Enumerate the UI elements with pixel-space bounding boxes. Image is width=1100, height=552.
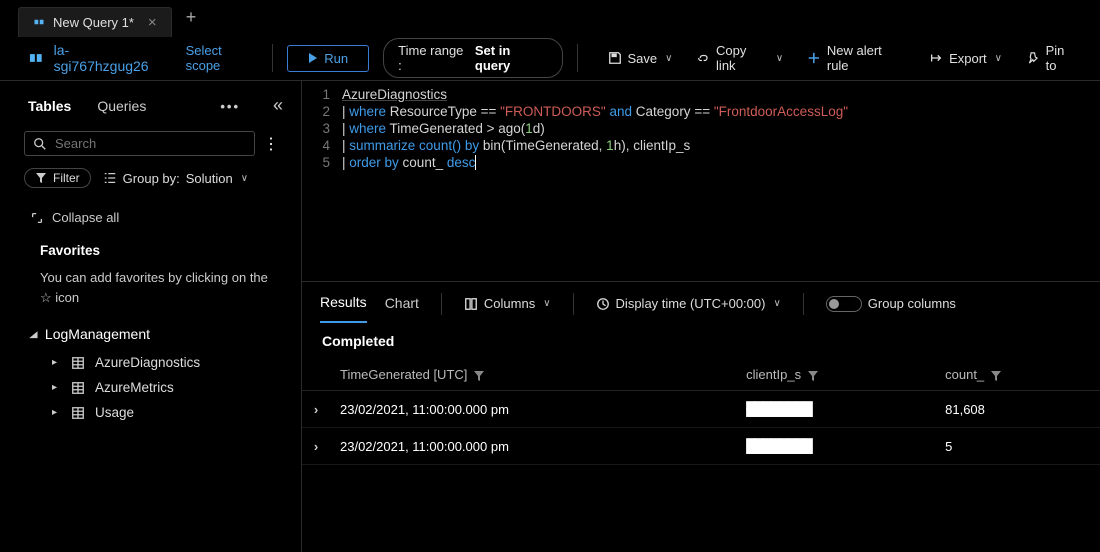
query-tab-title: New Query 1* [53, 15, 134, 30]
expand-icon[interactable]: › [314, 402, 318, 417]
query-tab[interactable]: New Query 1* × [18, 7, 172, 37]
search-options[interactable]: ⋮ [263, 134, 279, 154]
display-time-button[interactable]: Display time (UTC+00:00)∨ [596, 296, 781, 311]
tables-sidebar: Tables Queries ••• « ⋮ Filter Group by: … [0, 81, 302, 552]
columns-button[interactable]: Columns∨ [464, 296, 551, 311]
search-icon [33, 137, 47, 151]
new-tab-button[interactable]: + [186, 7, 197, 28]
plus-icon [807, 51, 821, 65]
tree-group-logmanagement[interactable]: LogManagement [30, 322, 277, 350]
close-icon[interactable]: × [148, 14, 157, 31]
star-icon: ☆ [40, 290, 52, 305]
favorites-heading: Favorites [30, 239, 277, 268]
workspace-name[interactable]: la-sgi767hzgug26 [54, 42, 162, 74]
time-range-pill[interactable]: Time range : Set in query [383, 38, 562, 78]
tab-tables[interactable]: Tables [28, 98, 71, 114]
table-icon [71, 406, 85, 420]
play-icon [308, 53, 318, 63]
link-icon [696, 51, 710, 65]
export-button[interactable]: Export∨ [925, 47, 1006, 70]
search-input[interactable] [55, 136, 246, 151]
query-editor[interactable]: 1AzureDiagnostics 2| where ResourceType … [302, 81, 1100, 281]
clock-icon [596, 297, 610, 311]
search-box[interactable] [24, 131, 255, 156]
col-timegenerated[interactable]: TimeGenerated [UTC] [330, 359, 736, 391]
separator [577, 44, 578, 72]
tab-chart[interactable]: Chart [385, 285, 419, 322]
group-by-dropdown[interactable]: Group by: Solution ∨ [103, 171, 248, 186]
separator [272, 44, 273, 72]
save-button[interactable]: Save∨ [604, 47, 677, 70]
filter-icon[interactable] [990, 370, 1002, 382]
filter-button[interactable]: Filter [24, 168, 91, 188]
time-range-value: Set in query [475, 43, 548, 73]
col-count[interactable]: count_ [935, 359, 1100, 391]
table-row[interactable]: › 23/02/2021, 11:00:00.000 pm ████████ 8… [302, 391, 1100, 428]
list-icon [103, 171, 117, 185]
results-toolbar: Results Chart Columns∨ Display time (UTC… [302, 281, 1100, 325]
results-table: TimeGenerated [UTC] clientIp_s count_ › … [302, 359, 1100, 465]
pin-icon [1026, 51, 1040, 65]
toggle-switch[interactable] [826, 296, 862, 312]
run-button[interactable]: Run [287, 45, 369, 72]
favorites-note: You can add favorites by clicking on the… [30, 268, 277, 322]
query-toolbar: la-sgi767hzgug26 Select scope Run Time r… [0, 36, 1100, 81]
columns-icon [464, 297, 478, 311]
expand-icon[interactable]: › [314, 439, 318, 454]
tab-results[interactable]: Results [320, 284, 367, 323]
tree-item-usage[interactable]: Usage [30, 400, 277, 425]
redacted-ip: ████████ [746, 401, 812, 416]
copy-link-button[interactable]: Copy link∨ [692, 39, 787, 77]
table-icon [71, 381, 85, 395]
query-status: Completed [302, 325, 1100, 359]
collapse-icon [30, 211, 44, 225]
collapse-sidebar-icon[interactable]: « [273, 95, 283, 116]
save-icon [608, 51, 622, 65]
col-clientip[interactable]: clientIp_s [736, 359, 935, 391]
filter-icon[interactable] [473, 370, 485, 382]
filter-icon [35, 172, 47, 184]
table-row[interactable]: › 23/02/2021, 11:00:00.000 pm ████████ 5 [302, 428, 1100, 465]
query-tab-icon [33, 16, 45, 28]
export-icon [929, 51, 943, 65]
select-scope-link[interactable]: Select scope [186, 43, 259, 73]
tree-item-azuremetrics[interactable]: AzureMetrics [30, 375, 277, 400]
tab-queries[interactable]: Queries [97, 98, 146, 114]
table-header-row: TimeGenerated [UTC] clientIp_s count_ [302, 359, 1100, 391]
redacted-ip: ████████ [746, 438, 812, 453]
group-columns-toggle[interactable]: Group columns [826, 296, 956, 312]
query-tab-bar: New Query 1* × + [0, 0, 1100, 36]
filter-icon[interactable] [807, 370, 819, 382]
more-menu[interactable]: ••• [220, 99, 240, 114]
collapse-all-button[interactable]: Collapse all [30, 204, 277, 239]
table-icon [71, 356, 85, 370]
new-alert-button[interactable]: New alert rule [803, 39, 909, 77]
tree-item-azurediagnostics[interactable]: AzureDiagnostics [30, 350, 277, 375]
workspace-icon [28, 50, 44, 66]
time-range-label: Time range : [398, 43, 469, 73]
pin-button[interactable]: Pin to [1022, 39, 1082, 77]
run-label: Run [324, 51, 348, 66]
